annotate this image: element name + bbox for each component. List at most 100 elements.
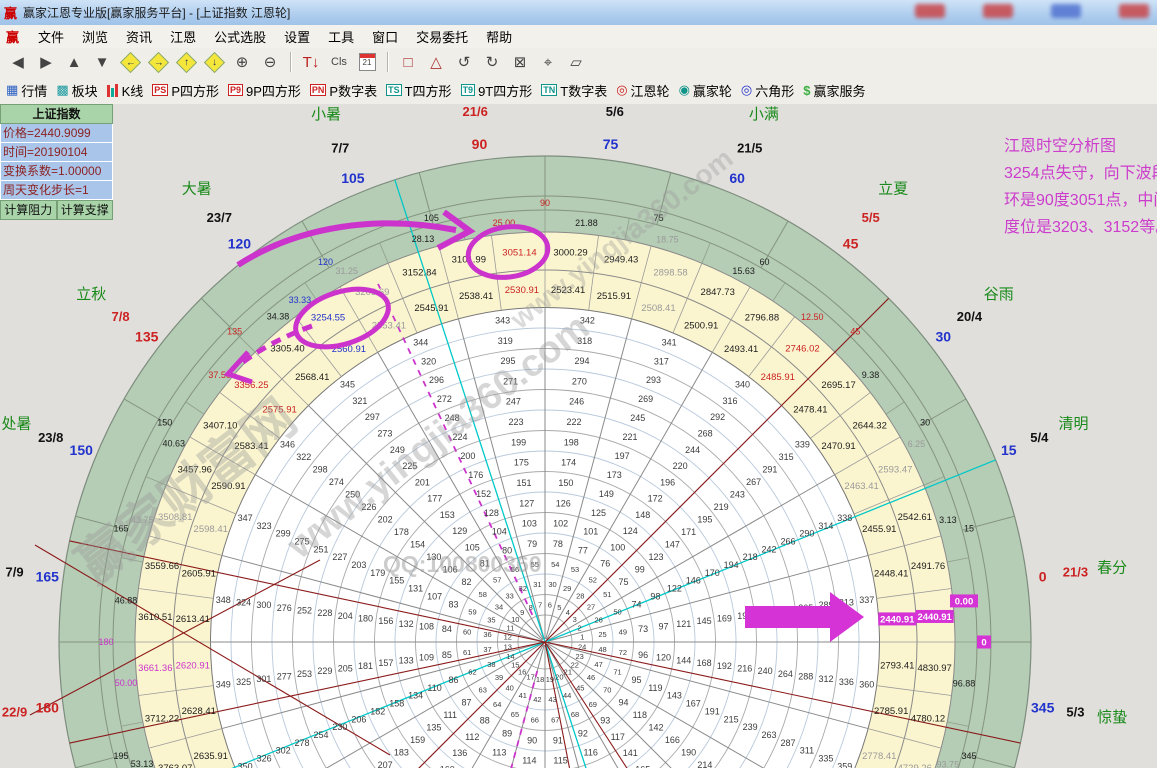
svg-text:70: 70: [603, 685, 611, 694]
svg-text:6: 6: [548, 600, 552, 609]
view-button-label: T数字表: [560, 81, 607, 100]
cls-button[interactable]: Cls: [326, 50, 352, 74]
svg-text:345: 345: [1031, 699, 1055, 715]
svg-text:144: 144: [676, 655, 691, 665]
crosshair-button[interactable]: ⌖: [535, 50, 561, 74]
svg-text:大暑: 大暑: [182, 180, 212, 197]
svg-text:154: 154: [410, 539, 425, 549]
zoom-out-button[interactable]: ⊖: [257, 50, 283, 74]
view-button-p-square[interactable]: PSP四方形: [152, 81, 219, 100]
menu-item[interactable]: 浏览: [73, 25, 117, 48]
pan-up-button[interactable]: ↑: [173, 50, 199, 74]
svg-text:345: 345: [340, 380, 355, 390]
svg-text:290: 290: [799, 529, 814, 539]
svg-text:129: 129: [452, 526, 467, 536]
svg-text:7/8: 7/8: [112, 309, 130, 324]
svg-text:301: 301: [256, 674, 271, 684]
zoom-in-button[interactable]: ⊕: [229, 50, 255, 74]
view-button-p-number-table[interactable]: PNP数字表: [310, 81, 377, 100]
svg-text:296: 296: [429, 375, 444, 385]
view-button-9p-square[interactable]: P99P四方形: [228, 81, 301, 100]
svg-text:183: 183: [394, 747, 409, 757]
svg-text:谷雨: 谷雨: [984, 286, 1014, 303]
view-button-9t-square[interactable]: T99T四方形: [461, 81, 533, 100]
svg-text:134: 134: [408, 691, 423, 701]
svg-text:312: 312: [819, 674, 834, 684]
menu-item[interactable]: 帮助: [477, 25, 521, 48]
svg-text:68: 68: [571, 710, 579, 719]
svg-text:34.38: 34.38: [267, 312, 290, 322]
view-button-winner-service[interactable]: $赢家服务: [803, 81, 865, 100]
svg-text:2605.91: 2605.91: [182, 568, 216, 579]
view-button-t-number-table[interactable]: TNT数字表: [541, 81, 607, 100]
nav-forward-button[interactable]: ▶: [33, 50, 59, 74]
svg-text:141: 141: [623, 748, 638, 758]
svg-text:2485.91: 2485.91: [761, 372, 795, 383]
svg-text:27: 27: [587, 602, 595, 611]
nav-down-button[interactable]: ▼: [89, 50, 115, 74]
menu-item[interactable]: 交易委托: [407, 25, 477, 48]
menu-item[interactable]: 文件: [29, 25, 73, 48]
calc-resistance-button[interactable]: 计算阻力: [0, 200, 57, 220]
svg-text:150: 150: [558, 478, 573, 488]
view-button-hexagon[interactable]: ◎六角形: [741, 81, 794, 100]
svg-text:87: 87: [461, 697, 471, 707]
delete-box-button[interactable]: ⊠: [507, 50, 533, 74]
nav-up-button[interactable]: ▲: [61, 50, 87, 74]
pan-left-button[interactable]: ←: [117, 50, 143, 74]
svg-text:96.88: 96.88: [953, 679, 976, 689]
pan-down-button[interactable]: ↓: [201, 50, 227, 74]
menu-item[interactable]: 资讯: [117, 25, 161, 48]
view-button-t-square[interactable]: TST四方形: [386, 81, 451, 100]
svg-text:8: 8: [529, 603, 533, 612]
svg-text:99: 99: [635, 564, 645, 574]
eraser-button[interactable]: ▱: [563, 50, 589, 74]
svg-text:293: 293: [646, 375, 661, 385]
rotate-ccw-button[interactable]: ↺: [451, 50, 477, 74]
svg-text:133: 133: [399, 655, 414, 665]
svg-text:74: 74: [631, 599, 641, 609]
menu-item[interactable]: 工具: [319, 25, 363, 48]
pan-right-button[interactable]: →: [145, 50, 171, 74]
svg-text:86: 86: [449, 675, 459, 685]
svg-text:180: 180: [36, 699, 60, 715]
svg-text:2785.91: 2785.91: [874, 706, 908, 717]
view-button-blocks[interactable]: ▩板块: [56, 81, 97, 100]
menu-item[interactable]: 窗口: [363, 25, 407, 48]
svg-text:2628.41: 2628.41: [182, 706, 216, 717]
svg-text:269: 269: [638, 394, 653, 404]
nav-back-button[interactable]: ◀: [5, 50, 31, 74]
svg-text:82: 82: [461, 577, 471, 587]
calc-support-button[interactable]: 计算支撑: [57, 200, 114, 220]
svg-text:40: 40: [506, 684, 514, 693]
view-button-quotes[interactable]: ▦行情: [6, 81, 47, 100]
rect-tool-icon[interactable]: □: [395, 50, 421, 74]
pan-down-icon: ↓: [203, 51, 224, 72]
svg-text:219: 219: [714, 502, 729, 512]
9p-square-icon: P9: [228, 84, 243, 96]
view-button-gann-wheel[interactable]: ◎江恩轮: [616, 81, 669, 100]
svg-text:38: 38: [487, 660, 495, 669]
svg-text:339: 339: [795, 440, 810, 450]
svg-text:108: 108: [419, 622, 434, 632]
blurred-icon: [1051, 4, 1081, 18]
triangle-tool-icon[interactable]: △: [423, 50, 449, 74]
svg-text:145: 145: [697, 616, 712, 626]
svg-text:227: 227: [332, 552, 347, 562]
svg-text:22: 22: [571, 660, 579, 669]
menu-item[interactable]: 江恩: [161, 25, 205, 48]
svg-text:168: 168: [697, 658, 712, 668]
calendar-button[interactable]: 21: [354, 50, 380, 74]
view-button-winner-wheel[interactable]: ◉赢家轮: [679, 81, 732, 100]
rotate-cw-button[interactable]: ↻: [479, 50, 505, 74]
svg-text:117: 117: [611, 732, 625, 742]
svg-text:2568.41: 2568.41: [295, 372, 329, 383]
svg-text:246: 246: [569, 397, 584, 407]
svg-text:16: 16: [518, 667, 526, 676]
menu-item[interactable]: 公式选股: [205, 25, 275, 48]
t-cycle-button[interactable]: T↓: [298, 50, 324, 74]
menu-item[interactable]: 设置: [275, 25, 319, 48]
svg-text:83: 83: [449, 599, 459, 609]
view-button-kline[interactable]: K线: [107, 81, 144, 100]
t-square-icon: TS: [386, 84, 402, 96]
